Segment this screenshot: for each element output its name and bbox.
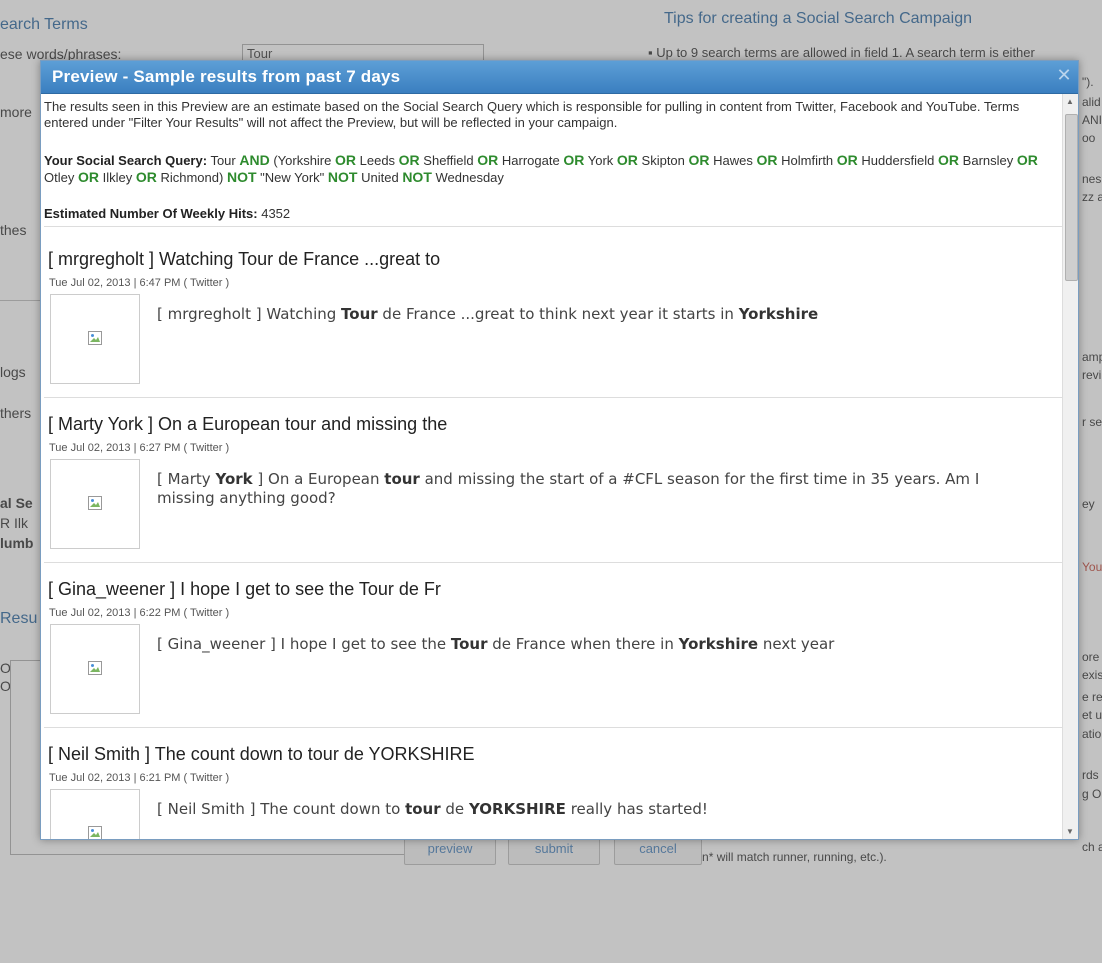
modal-title: Preview - Sample results from past 7 day… [52,67,401,86]
query-operator: NOT [327,169,358,185]
query-operator: OR [563,152,585,168]
result-keyword: Yorkshire [678,635,759,653]
result-keyword: Tour [450,635,488,653]
query-operator: OR [77,169,99,185]
query-term: Otley [44,170,75,185]
divider [44,562,1062,563]
result-title: [ Gina_weener ] I hope I get to see the … [48,579,441,599]
broken-image-icon [88,661,102,675]
result-thumbnail[interactable] [50,294,140,384]
divider [44,397,1062,398]
close-icon[interactable]: ✕ [1054,65,1074,85]
query-term: Leeds [359,153,396,168]
preview-modal: Preview - Sample results from past 7 day… [40,60,1079,840]
query-operator: OR [688,152,710,168]
hits-label: Estimated Number Of Weekly Hits: [44,206,258,221]
result-thumbnail[interactable] [50,624,140,714]
query-term: Hawes [713,153,753,168]
query-term: (Yorkshire [273,153,332,168]
query-operator: OR [477,152,499,168]
result-text: [ mrgregholt ] Watching Tour de France .… [157,305,1037,324]
query-term: Huddersfield [861,153,935,168]
result-meta: Tue Jul 02, 2013 | 6:27 PM ( Twitter ) [49,442,230,454]
query-operator: OR [335,152,356,168]
query-term: "New York" [260,170,325,185]
result-text-segment: [ Neil Smith ] The count down to [157,800,406,818]
query-operator: OR [938,152,960,168]
result-meta: Tue Jul 02, 2013 | 6:22 PM ( Twitter ) [49,607,230,619]
result-text: [ Gina_weener ] I hope I get to see the … [157,635,1037,654]
query-term: Ilkley [102,170,133,185]
social-search-query: Your Social Search Query: Tour AND (York… [44,152,1054,186]
query-term: Tour [210,153,236,168]
result-text-segment: ] On a European [252,470,385,488]
result-text-segment: [ Marty [157,470,216,488]
query-term: Wednesday [435,170,504,185]
result-keyword: Yorkshire [738,305,819,323]
divider [44,727,1062,728]
result-keyword: YORKSHIRE [468,800,566,818]
query-term: York [587,153,614,168]
result-text-segment: [ Gina_weener ] I hope I get to see the [157,635,451,653]
weekly-hits: Estimated Number Of Weekly Hits: 4352 [44,206,290,221]
query-term: Holmfirth [781,153,834,168]
result-thumbnail[interactable] [50,459,140,549]
result-keyword: tour [384,470,420,488]
modal-titlebar: Preview - Sample results from past 7 day… [41,61,1078,94]
divider [44,226,1062,227]
query-operator: OR [1016,152,1038,168]
query-term: Barnsley [962,153,1014,168]
result-thumbnail[interactable] [50,789,140,839]
result-text-segment: de France ...great to think next year it… [377,305,739,323]
query-term: United [361,170,399,185]
result-title: [ Marty York ] On a European tour and mi… [48,414,448,434]
result-keyword: tour [405,800,441,818]
query-operator: NOT [226,169,257,185]
broken-image-icon [88,826,102,839]
result-text-segment: [ mrgregholt ] Watching [157,305,342,323]
query-term: Richmond) [160,170,224,185]
scroll-down-icon[interactable]: ▼ [1066,827,1074,836]
query-operator: OR [616,152,638,168]
broken-image-icon [88,496,102,510]
result-keyword: Tour [341,305,378,323]
result-text-segment: next year [758,635,835,653]
result-keyword: York [215,470,253,488]
result-text-segment: de [440,800,469,818]
scroll-up-icon[interactable]: ▲ [1066,97,1074,106]
broken-image-icon [88,331,102,345]
result-text: [ Marty York ] On a European tour and mi… [157,470,1037,508]
query-term: Harrogate [501,153,560,168]
query-operator: NOT [402,169,432,185]
query-term: Skipton [641,153,685,168]
query-label: Your Social Search Query: [44,153,208,168]
modal-scrollbar[interactable]: ▲ ▼ [1062,94,1078,839]
hits-value: 4352 [261,206,291,221]
query-operator: AND [239,152,270,168]
query-operator: OR [398,152,420,168]
query-operator: OR [756,152,778,168]
query-term: Sheffield [423,153,474,168]
result-text-segment: de France when there in [487,635,679,653]
result-title: [ Neil Smith ] The count down to tour de… [48,744,475,764]
result-text: [ Neil Smith ] The count down to tour de… [157,800,1037,819]
query-operator: OR [135,169,157,185]
result-meta: Tue Jul 02, 2013 | 6:47 PM ( Twitter ) [49,277,230,289]
result-meta: Tue Jul 02, 2013 | 6:21 PM ( Twitter ) [49,772,230,784]
scrollbar-thumb[interactable] [1065,114,1078,281]
modal-body: The results seen in this Preview are an … [41,94,1062,839]
preview-intro: The results seen in this Preview are an … [44,99,1020,130]
query-operator: OR [836,152,858,168]
result-title: [ mrgregholt ] Watching Tour de France .… [48,249,441,269]
result-text-segment: really has started! [565,800,708,818]
